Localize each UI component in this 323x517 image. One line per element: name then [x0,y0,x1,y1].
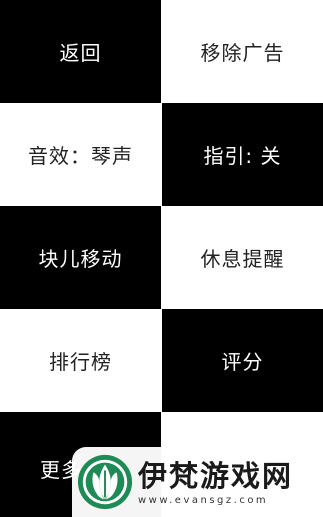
block-move-button[interactable]: 块儿移动 [0,206,161,309]
guide-toggle-button[interactable]: 指引: 关 [162,103,323,206]
back-button[interactable]: 返回 [0,0,161,103]
site-watermark: 伊梵游戏网 www.evansgz.com [72,447,323,517]
guide-toggle-label: 指引: 关 [203,144,282,168]
rest-reminder-button[interactable]: 休息提醒 [162,206,323,309]
site-logo-icon [77,454,133,510]
leaderboard-button[interactable]: 排行榜 [0,309,161,412]
sound-effect-button[interactable]: 音效：琴声 [0,103,161,206]
leaderboard-label: 排行榜 [49,350,112,374]
sound-effect-label: 音效：琴声 [28,144,133,168]
watermark-text: 伊梵游戏网 www.evansgz.com [138,459,293,506]
watermark-url: www.evansgz.com [138,494,269,506]
remove-ads-label: 移除广告 [200,41,285,65]
rate-label: 评分 [221,350,264,374]
settings-menu-grid: 返回 移除广告 音效：琴声 指引: 关 块儿移动 休息提醒 排行榜 评分 更多 [0,0,323,517]
rate-button[interactable]: 评分 [162,309,323,412]
rest-reminder-label: 休息提醒 [200,247,285,271]
remove-ads-button[interactable]: 移除广告 [162,0,323,103]
block-move-label: 块儿移动 [38,247,123,271]
back-button-label: 返回 [59,41,102,65]
watermark-title: 伊梵游戏网 [138,458,294,493]
